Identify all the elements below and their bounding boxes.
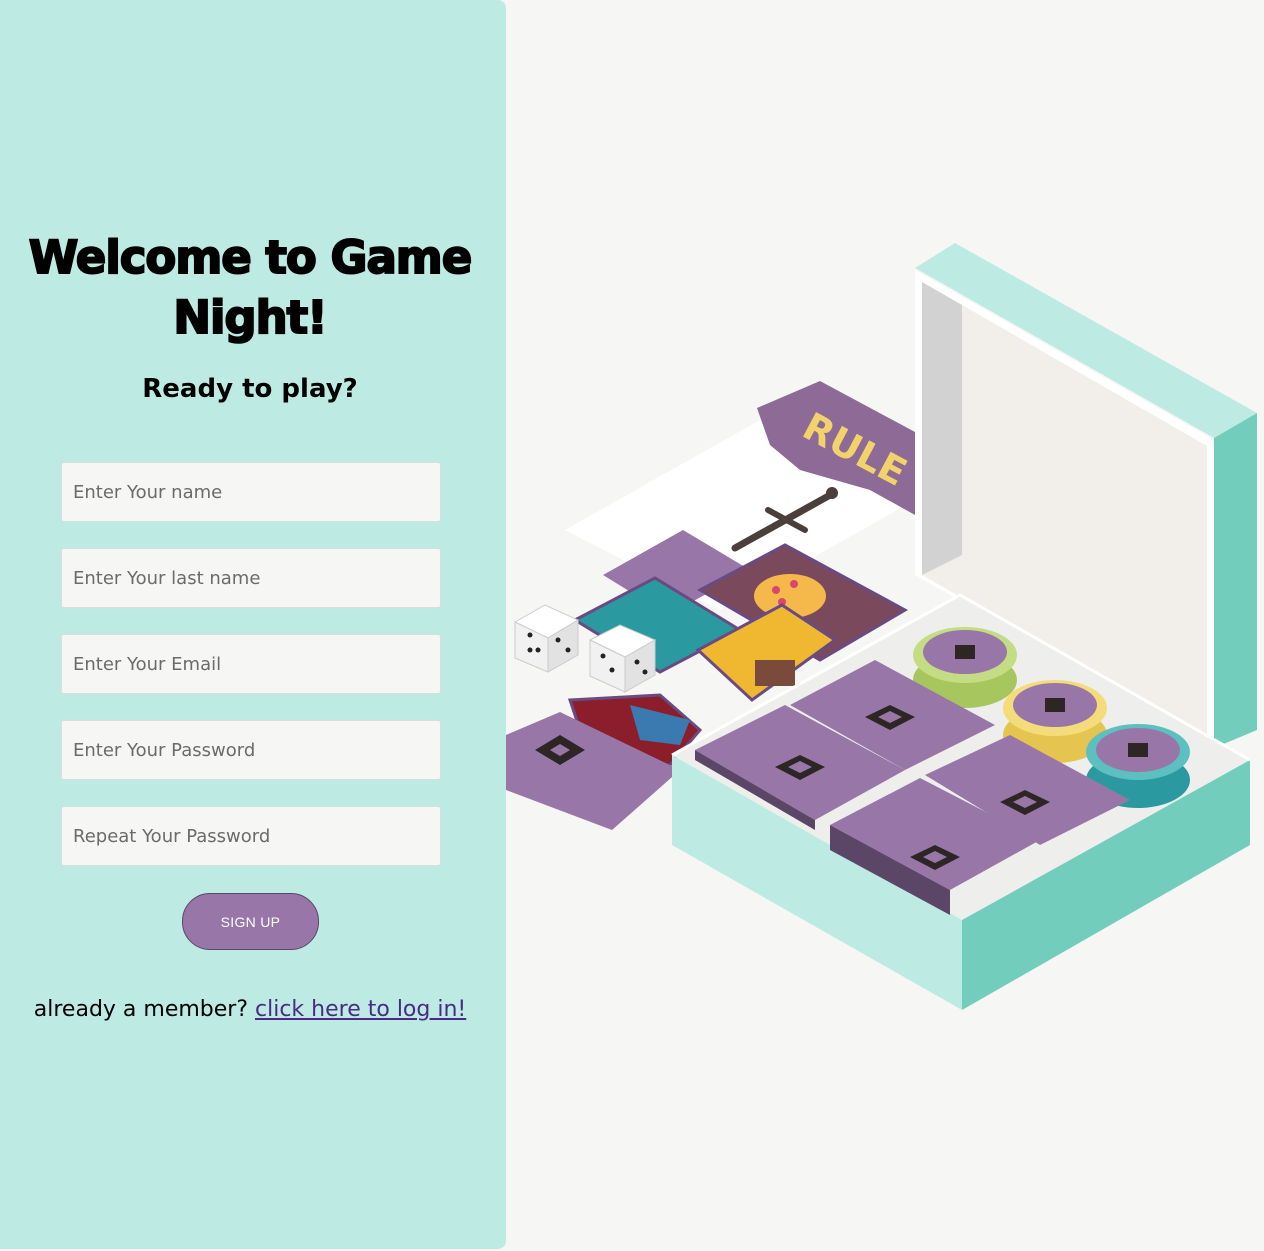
password-input[interactable] [61, 720, 441, 780]
first-name-input[interactable] [61, 462, 441, 522]
signup-button[interactable]: SIGN UP [182, 893, 319, 950]
last-name-input[interactable] [61, 548, 441, 608]
page-title: Welcome to Game Night! [28, 230, 473, 345]
signup-page: Welcome to Game Night! Ready to play? SI… [0, 0, 1264, 1251]
login-prompt: already a member? click here to log in! [0, 997, 500, 1022]
page-subtitle: Ready to play? [142, 374, 358, 404]
login-link[interactable]: click here to log in! [255, 997, 466, 1022]
signup-panel: Welcome to Game Night! Ready to play? SI… [0, 0, 506, 1249]
repeat-password-input[interactable] [61, 806, 441, 866]
board-game-box-illustration: RULE [506, 243, 1257, 1010]
member-text: already a member? [33, 997, 249, 1022]
email-input[interactable] [61, 634, 441, 694]
